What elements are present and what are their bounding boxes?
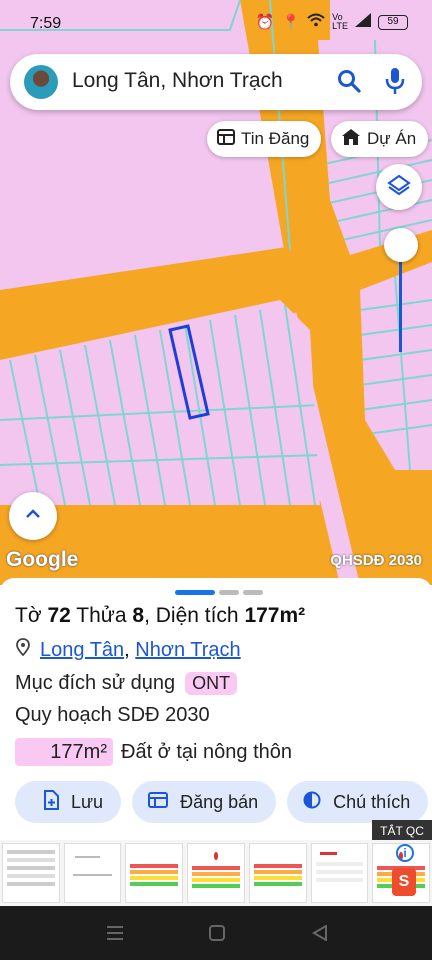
listing-chip[interactable]: Tin Đăng [207, 121, 322, 157]
plan-row: 177m² Đất ở tại nông thôn [15, 738, 292, 766]
status-time: 7:59 [30, 15, 62, 32]
add-doc-icon [43, 789, 59, 815]
page-indicator [175, 590, 263, 595]
battery-icon: 59 [378, 14, 408, 30]
close-ad-button[interactable]: TẮT QC [372, 820, 432, 842]
district-link[interactable]: Nhơn Trạch [135, 639, 240, 661]
land-use-badge: ONT [185, 672, 238, 695]
recents-icon[interactable] [106, 925, 124, 946]
status-bar: 7:59 ⏰ 📍 Vo LTE 59 [0, 0, 432, 46]
home-nav-icon[interactable] [209, 925, 225, 946]
land-use-label: Mục đích sử dụng [15, 672, 176, 694]
search-icon[interactable] [336, 68, 362, 99]
listing-chip-label: Tin Đăng [241, 129, 310, 148]
system-nav-bar [0, 906, 432, 960]
ad-thumbnail[interactable] [187, 843, 245, 903]
wifi-icon [307, 13, 325, 31]
post-sale-button[interactable]: Đăng bán [132, 781, 277, 823]
avatar[interactable] [24, 65, 58, 99]
layer-label: QHSDĐ 2030 [330, 552, 422, 569]
location-icon: 📍 [281, 14, 301, 31]
mic-icon[interactable] [384, 67, 406, 100]
project-chip[interactable]: Dự Án [331, 121, 429, 157]
ad-thumbnail[interactable] [63, 843, 122, 903]
google-logo: Google [6, 548, 79, 571]
project-chip-label: Dự Án [367, 129, 417, 148]
commune-link[interactable]: Long Tân [40, 639, 124, 661]
plan-label: Quy hoạch SDĐ 2030 [15, 704, 210, 726]
opacity-slider-track[interactable] [399, 258, 402, 352]
search-input[interactable]: Long Tân, Nhơn Trạch [72, 69, 283, 93]
opacity-slider-knob[interactable] [384, 228, 418, 262]
save-button[interactable]: Lưu [15, 781, 122, 823]
layers-button[interactable] [376, 164, 422, 210]
shop-icon[interactable]: S [392, 868, 416, 896]
search-bar[interactable]: Long Tân, Nhơn Trạch [10, 54, 422, 110]
layers-icon [387, 173, 411, 202]
expand-button[interactable] [9, 492, 57, 540]
pin-icon [16, 638, 30, 662]
land-use-row: Mục đích sử dụng ONT [15, 672, 238, 695]
plan-type: Đất ở tại nông thôn [121, 740, 293, 763]
volte-icon: Vo LTE [332, 12, 348, 31]
ad-thumbnail[interactable] [125, 843, 184, 903]
home-icon [341, 128, 361, 151]
contrast-icon [303, 791, 321, 814]
chevron-up-icon [24, 507, 42, 525]
legend-button[interactable]: Chú thích [287, 781, 429, 823]
ad-banner[interactable]: i S [0, 840, 432, 906]
action-row: Lưu Đăng bán Chú thích [15, 781, 429, 823]
listing-icon [148, 791, 169, 813]
listing-icon [217, 128, 235, 150]
back-icon[interactable] [312, 924, 328, 946]
parcel-title: Tờ 72 Thửa 8, Diện tích 177m² [15, 604, 306, 627]
signal-icon [355, 13, 371, 31]
plan-area: 177m² [15, 738, 113, 766]
ad-info-icon[interactable]: i [396, 844, 414, 862]
ad-thumbnail[interactable] [248, 843, 307, 903]
parcel-location: Long Tân, Nhơn Trạch [16, 638, 241, 662]
ad-thumbnail[interactable] [310, 843, 369, 903]
ad-thumbnail[interactable] [2, 843, 60, 903]
alarm-icon: ⏰ [255, 14, 275, 31]
screen: 7:59 ⏰ 📍 VoLTE 59 Long Tân, Nhơn Trạch [0, 0, 432, 960]
